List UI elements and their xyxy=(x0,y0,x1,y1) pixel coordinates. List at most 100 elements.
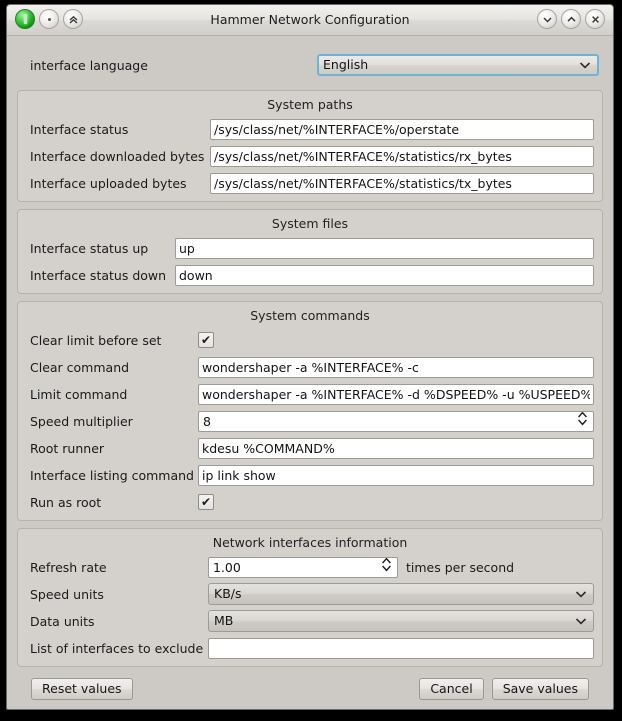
speed-multiplier-spinbox[interactable]: 8 xyxy=(198,410,594,432)
title-bar[interactable]: Hammer Network Configuration xyxy=(7,5,613,36)
refresh-rate-value: 1.00 xyxy=(213,559,241,575)
chevron-up-icon[interactable] xyxy=(561,9,581,29)
checkmark-icon: ✔ xyxy=(200,333,212,347)
interface-listing-command-row: Interface listing command xyxy=(26,464,594,486)
data-units-combo[interactable]: MB xyxy=(208,610,594,632)
system-commands-title: System commands xyxy=(250,308,370,323)
interface-status-up-label: Interface status up xyxy=(30,240,149,256)
save-values-button[interactable]: Save values xyxy=(491,678,589,700)
run-as-root-row: Run as root ✔ xyxy=(26,491,594,513)
speed-multiplier-label: Speed multiplier xyxy=(30,413,133,429)
interface-downloaded-bytes-input[interactable] xyxy=(210,145,594,167)
system-files-group: System files Interface status up Interfa… xyxy=(17,209,603,294)
clear-command-field-wrap xyxy=(198,356,594,378)
spinner-updown-icon[interactable] xyxy=(577,411,588,431)
interface-language-label: interface language xyxy=(30,57,148,73)
network-interfaces-information-title: Network interfaces information xyxy=(212,535,408,550)
interface-listing-command-field-wrap xyxy=(198,464,594,486)
checkmark-icon: ✔ xyxy=(200,495,212,509)
root-runner-row: Root runner xyxy=(26,437,594,459)
interface-listing-command-label: Interface listing command xyxy=(30,467,194,483)
spinner-updown-icon[interactable] xyxy=(381,557,392,577)
window-title: Hammer Network Configuration xyxy=(210,12,410,27)
data-units-row: Data units MB xyxy=(26,610,594,632)
root-runner-label: Root runner xyxy=(30,440,105,456)
interface-uploaded-bytes-input[interactable] xyxy=(210,172,594,194)
interface-downloaded-bytes-label: Interface downloaded bytes xyxy=(30,148,205,164)
exclude-interfaces-field-wrap xyxy=(208,637,594,659)
system-commands-group: System commands Clear limit before set ✔… xyxy=(17,301,603,521)
refresh-rate-suffix: times per second xyxy=(406,559,515,575)
limit-command-label: Limit command xyxy=(30,386,128,402)
interface-listing-command-input[interactable] xyxy=(198,464,594,486)
interface-status-down-row: Interface status down xyxy=(26,264,594,286)
clear-command-input[interactable] xyxy=(198,356,594,378)
data-units-label: Data units xyxy=(30,613,95,629)
speed-units-combo[interactable]: KB/s xyxy=(208,583,594,605)
clear-limit-before-set-row: Clear limit before set ✔ xyxy=(26,329,594,351)
chevron-down-icon xyxy=(575,584,587,604)
system-paths-title: System paths xyxy=(267,97,353,112)
application-window: Hammer Network Configuration interface l… xyxy=(6,4,614,710)
speed-units-row: Speed units KB/s xyxy=(26,583,594,605)
clear-command-label: Clear command xyxy=(30,359,130,375)
reset-values-button[interactable]: Reset values xyxy=(31,678,133,700)
interface-uploaded-bytes-field-wrap xyxy=(210,172,594,194)
speed-units-field-wrap: KB/s xyxy=(208,583,594,605)
exclude-interfaces-input[interactable] xyxy=(208,637,594,659)
dialog-footer: Reset values Cancel Save values xyxy=(17,674,603,700)
interface-language-combo[interactable]: English xyxy=(317,54,599,76)
run-as-root-field-wrap: ✔ xyxy=(198,494,594,510)
interface-status-label: Interface status xyxy=(30,121,129,137)
interface-status-field-wrap xyxy=(210,118,594,140)
refresh-rate-row: Refresh rate 1.00 times per second xyxy=(26,556,594,578)
interface-status-down-field-wrap xyxy=(175,264,594,286)
speed-multiplier-field-wrap: 8 xyxy=(198,410,594,432)
exclude-interfaces-row: List of interfaces to exclude xyxy=(26,637,594,659)
clear-command-row: Clear command xyxy=(26,356,594,378)
refresh-rate-field-wrap: 1.00 xyxy=(208,556,398,578)
interface-language-select[interactable]: English xyxy=(317,54,599,76)
interface-language-value: English xyxy=(323,57,369,72)
exclude-interfaces-label: List of interfaces to exclude xyxy=(30,640,204,656)
run-as-root-label: Run as root xyxy=(30,494,102,510)
root-runner-field-wrap xyxy=(198,437,594,459)
refresh-rate-spinbox[interactable]: 1.00 xyxy=(208,556,398,578)
speed-multiplier-row: Speed multiplier 8 xyxy=(26,410,594,432)
interface-downloaded-bytes-field-wrap xyxy=(210,145,594,167)
system-paths-group: System paths Interface status Interface … xyxy=(17,90,603,202)
data-units-value: MB xyxy=(214,613,234,628)
chevron-down-icon xyxy=(579,56,591,74)
run-as-root-checkbox[interactable]: ✔ xyxy=(198,494,214,510)
interface-status-row: Interface status xyxy=(26,118,594,140)
root-runner-input[interactable] xyxy=(198,437,594,459)
close-x-icon[interactable] xyxy=(585,9,605,29)
limit-command-input[interactable] xyxy=(198,383,594,405)
interface-status-input[interactable] xyxy=(210,118,594,140)
speed-units-label: Speed units xyxy=(30,586,104,602)
interface-downloaded-bytes-row: Interface downloaded bytes xyxy=(26,145,594,167)
cancel-button[interactable]: Cancel xyxy=(419,678,484,700)
limit-command-row: Limit command xyxy=(26,383,594,405)
speed-multiplier-value: 8 xyxy=(203,413,211,429)
chevron-down-icon xyxy=(575,611,587,631)
network-interfaces-information-group: Network interfaces information Refresh r… xyxy=(17,528,603,667)
system-files-title: System files xyxy=(271,216,349,231)
footer-right-buttons: Cancel Save values xyxy=(419,678,589,700)
interface-uploaded-bytes-row: Interface uploaded bytes xyxy=(26,172,594,194)
dialog-content: interface language English System paths … xyxy=(7,36,613,700)
limit-command-field-wrap xyxy=(198,383,594,405)
interface-status-up-field-wrap xyxy=(175,237,594,259)
chevron-down-icon[interactable] xyxy=(537,9,557,29)
interface-status-down-input[interactable] xyxy=(175,264,594,286)
speed-units-value: KB/s xyxy=(214,586,242,601)
clear-limit-before-set-field-wrap: ✔ xyxy=(198,332,594,348)
interface-status-up-input[interactable] xyxy=(175,237,594,259)
titlebar-right-controls xyxy=(537,9,605,29)
refresh-rate-label: Refresh rate xyxy=(30,559,107,575)
clear-limit-before-set-checkbox[interactable]: ✔ xyxy=(198,332,214,348)
interface-language-row: interface language English xyxy=(17,50,603,80)
clear-limit-before-set-label: Clear limit before set xyxy=(30,332,162,348)
interface-status-up-row: Interface status up xyxy=(26,237,594,259)
interface-uploaded-bytes-label: Interface uploaded bytes xyxy=(30,175,187,191)
